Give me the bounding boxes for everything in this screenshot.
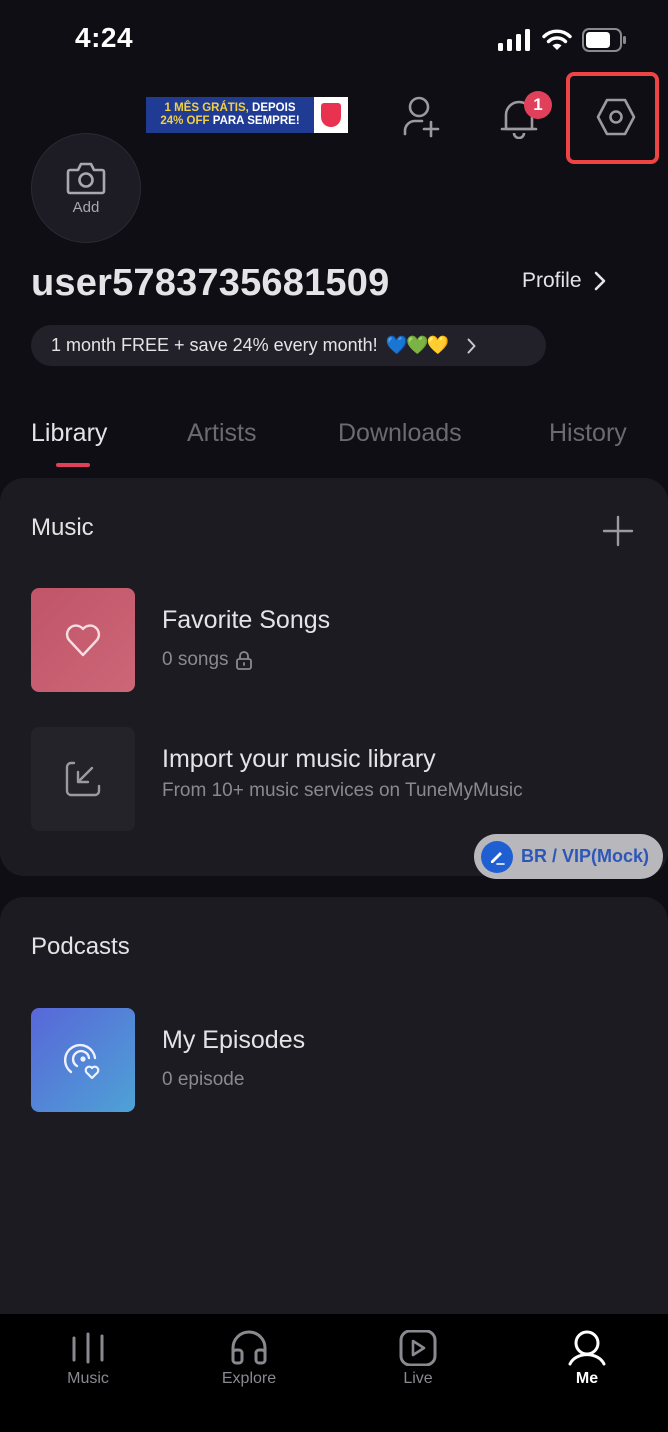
nav-label: Me <box>575 1370 599 1387</box>
nav-live[interactable]: Live <box>358 1330 478 1388</box>
podcasts-section-title: Podcasts <box>31 933 130 960</box>
live-play-icon <box>399 1330 437 1366</box>
promo-line2: PARA SEMPRE! <box>209 115 300 127</box>
tab-history[interactable]: History <box>549 419 627 448</box>
item-title: Favorite Songs <box>162 606 331 634</box>
favorite-songs-thumbnail <box>31 588 135 692</box>
profile-link[interactable]: Profile <box>522 269 606 293</box>
hearts-emoji: 💙💚💛 <box>385 335 449 355</box>
import-icon <box>65 761 101 797</box>
music-bars-icon <box>72 1332 104 1364</box>
add-playlist-button[interactable] <box>600 513 636 549</box>
avatar-label: Add <box>72 198 100 216</box>
camera-icon <box>66 162 106 194</box>
signal-icon <box>498 29 530 51</box>
settings-button[interactable] <box>591 92 641 142</box>
status-bar: 4:24 <box>0 0 668 80</box>
profile-link-label: Profile <box>522 269 582 292</box>
song-count: 0 songs <box>162 649 229 670</box>
music-section: Music Favorite Songs 0 songs Import your… <box>0 478 668 876</box>
avatar-add-button[interactable]: Add <box>31 133 141 243</box>
vip-pill-label: BR / VIP(Mock) <box>521 846 650 866</box>
settings-icon <box>596 98 636 136</box>
nav-label: Live <box>403 1370 433 1387</box>
promo-banner[interactable]: 1 MÊS GRÁTIS, DEPOIS 24% OFF PARA SEMPRE… <box>146 97 348 133</box>
item-title: Import your music library <box>162 745 436 773</box>
import-thumbnail <box>31 727 135 831</box>
add-friend-icon <box>403 96 440 138</box>
item-subtitle: 0 episode <box>162 1069 245 1090</box>
shield-logo-icon <box>321 103 341 127</box>
item-title: My Episodes <box>162 1026 306 1054</box>
username: user5783735681509 <box>31 262 390 304</box>
subscription-promo-pill[interactable]: 1 month FREE + save 24% every month! 💙💚💛 <box>31 325 546 366</box>
promo-line1-highlight: 1 MÊS GRÁTIS, <box>164 102 249 114</box>
promo-banner-text: 1 MÊS GRÁTIS, DEPOIS 24% OFF PARA SEMPRE… <box>146 102 314 128</box>
notifications-button[interactable]: 1 <box>494 91 552 142</box>
promo-line2-highlight: 24% OFF <box>160 115 210 127</box>
favorite-songs-item[interactable]: Favorite Songs 0 songs <box>31 588 631 692</box>
promo-logo <box>314 97 348 133</box>
item-subtitle: From 10+ music services on TuneMyMusic <box>162 780 523 801</box>
heart-icon <box>65 624 101 657</box>
nav-music[interactable]: Music <box>28 1330 148 1388</box>
notification-badge: 1 <box>524 91 552 119</box>
add-friend-button[interactable] <box>397 92 447 142</box>
item-subtitle: 0 songs <box>162 649 253 671</box>
nav-me[interactable]: Me <box>527 1330 647 1388</box>
my-episodes-item[interactable]: My Episodes 0 episode <box>31 1008 631 1112</box>
library-tabs: Library Artists Downloads History <box>0 415 668 475</box>
region-vip-mock-pill[interactable]: BR / VIP(Mock) <box>474 834 663 879</box>
status-icons <box>498 28 628 52</box>
promo-line1: DEPOIS <box>248 102 296 114</box>
podcasts-section: Podcasts My Episodes 0 episode <box>0 897 668 1317</box>
active-tab-indicator <box>56 463 90 467</box>
promo-pill-text: 1 month FREE + save 24% every month! <box>51 335 378 355</box>
headphones-icon <box>231 1330 267 1365</box>
tab-library[interactable]: Library <box>31 419 107 448</box>
tab-artists[interactable]: Artists <box>187 419 256 448</box>
lock-icon <box>235 651 252 670</box>
nav-label: Explore <box>221 1370 277 1387</box>
podcast-heart-icon <box>64 1043 100 1080</box>
my-episodes-thumbnail <box>31 1008 135 1112</box>
nav-explore[interactable]: Explore <box>189 1330 309 1388</box>
chevron-right-icon <box>594 271 605 291</box>
plus-icon <box>602 515 634 547</box>
status-time: 4:24 <box>75 22 134 53</box>
tab-downloads[interactable]: Downloads <box>338 419 462 448</box>
user-profile-icon <box>568 1330 606 1366</box>
wifi-icon <box>542 29 572 50</box>
nav-label: Music <box>67 1370 109 1387</box>
chevron-right-icon <box>467 338 476 353</box>
import-library-item[interactable]: Import your music library From 10+ music… <box>31 727 631 831</box>
edit-pencil-icon <box>481 840 513 873</box>
bottom-navigation: Music Explore Live Me <box>0 1314 668 1432</box>
music-section-title: Music <box>31 514 94 541</box>
battery-icon <box>582 28 626 52</box>
